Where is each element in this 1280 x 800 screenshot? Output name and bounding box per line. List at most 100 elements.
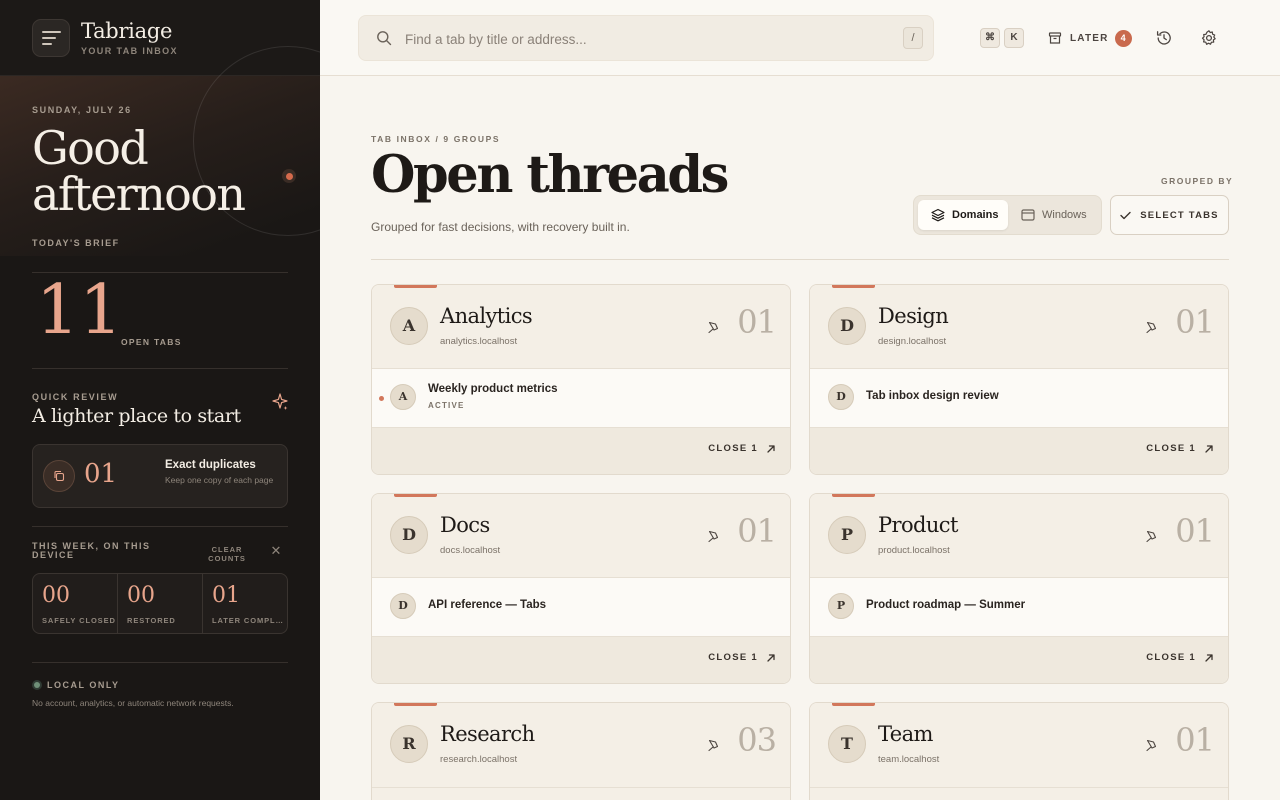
later-label: LATER: [1070, 32, 1109, 44]
close-group-label: CLOSE 1: [1146, 652, 1196, 663]
group-card-team: T Team team.localhost 01: [809, 702, 1229, 800]
divider: [810, 787, 1228, 788]
tab-row[interactable]: D Tab inbox design review: [810, 369, 1228, 427]
group-tab-count: 01: [737, 303, 777, 341]
group-header[interactable]: A Analytics analytics.localhost 01: [372, 285, 790, 369]
tab-title: API reference — Tabs: [428, 599, 547, 611]
group-header[interactable]: T Team team.localhost 01: [810, 703, 1228, 800]
gear-icon[interactable]: [1200, 29, 1218, 47]
stat-label: RESTORED: [127, 616, 176, 625]
group-header[interactable]: P Product product.localhost 01: [810, 494, 1228, 578]
pin-icon[interactable]: [706, 738, 720, 752]
arrow-up-right-icon: [767, 444, 775, 453]
domains-label: Domains: [952, 209, 999, 221]
brand: Tabriage YOUR TAB INBOX: [81, 20, 178, 56]
local-only-label: LOCAL ONLY: [47, 680, 120, 690]
group-domain: team.localhost: [878, 754, 940, 765]
close-group-button[interactable]: CLOSE 1: [708, 443, 776, 454]
select-tabs-button[interactable]: SELECT TABS: [1110, 195, 1229, 235]
quick-review-label: QUICK REVIEW: [32, 392, 119, 402]
close-group-button[interactable]: CLOSE 1: [708, 652, 776, 663]
arrow-up-right-icon: [1205, 444, 1213, 453]
group-header[interactable]: D Design design.localhost 01: [810, 285, 1228, 369]
tab-row[interactable]: D API reference — Tabs: [372, 578, 790, 636]
stat-label: LATER COMPLETED: [212, 616, 286, 625]
k-key[interactable]: K: [1004, 28, 1024, 48]
group-accent: [832, 494, 875, 497]
group-tab-count: 01: [737, 512, 777, 550]
privacy-note: No account, analytics, or automatic netw…: [32, 698, 234, 708]
close-icon[interactable]: ✕: [270, 544, 282, 558]
group-avatar: T: [828, 725, 866, 763]
group-header[interactable]: R Research research.localhost 03: [372, 703, 790, 800]
greeting-hero: SUNDAY, JULY 26 Good afternoon: [0, 46, 320, 256]
pin-icon[interactable]: [1144, 320, 1158, 334]
search-input[interactable]: [405, 28, 885, 50]
group-name: Product: [878, 513, 958, 537]
duplicates-title: Exact duplicates: [165, 459, 256, 471]
select-tabs-label: SELECT TABS: [1140, 209, 1219, 221]
divider: [372, 787, 790, 788]
group-domain: design.localhost: [878, 336, 947, 347]
group-by-domains-button[interactable]: Domains: [918, 200, 1008, 230]
tab-title: Weekly product metrics: [428, 383, 558, 395]
pin-icon[interactable]: [706, 529, 720, 543]
group-footer: CLOSE 1: [810, 427, 1228, 474]
close-group-button[interactable]: CLOSE 1: [1146, 443, 1214, 454]
group-avatar: A: [390, 307, 428, 345]
open-tabs-label: OPEN TABS: [121, 337, 182, 347]
history-icon[interactable]: [1155, 29, 1173, 47]
group-card-design: D Design design.localhost 01 D Tab inbox…: [809, 284, 1229, 475]
later-button[interactable]: LATER 4: [1048, 28, 1132, 48]
group-tab-count: 01: [1175, 721, 1215, 759]
group-header[interactable]: D Docs docs.localhost 01: [372, 494, 790, 578]
close-group-button[interactable]: CLOSE 1: [1146, 652, 1214, 663]
close-group-label: CLOSE 1: [1146, 443, 1196, 454]
windows-label: Windows: [1042, 209, 1087, 221]
group-name: Docs: [440, 513, 490, 537]
duplicates-count: 01: [84, 459, 118, 489]
pin-icon[interactable]: [706, 320, 720, 334]
group-accent: [832, 703, 875, 706]
arrow-up-right-icon: [767, 653, 775, 662]
group-card-analytics: A Analytics analytics.localhost 01 A Wee…: [371, 284, 791, 475]
search-bar[interactable]: /: [358, 15, 934, 61]
group-card-product: P Product product.localhost 01 P Product…: [809, 493, 1229, 684]
tab-row[interactable]: P Product roadmap — Summer: [810, 578, 1228, 636]
duplicates-card[interactable]: 01 Exact duplicates Keep one copy of eac…: [32, 444, 288, 508]
divider: [32, 662, 288, 663]
group-name: Design: [878, 304, 949, 328]
group-card-docs: D Docs docs.localhost 01 D API reference…: [371, 493, 791, 684]
group-name: Analytics: [440, 304, 533, 328]
open-tabs-count: 11: [36, 271, 123, 350]
menu-button[interactable]: [32, 18, 70, 57]
tab-title: Tab inbox design review: [866, 390, 999, 402]
tab-row[interactable]: A Weekly product metrics ACTIVE: [372, 369, 790, 427]
arrow-up-right-icon: [1205, 653, 1213, 662]
clear-counts-button[interactable]: CLEAR COUNTS: [205, 545, 249, 563]
local-status-dot-icon: [32, 680, 42, 690]
stat-later-completed: 01 LATER COMPLETED: [203, 574, 287, 633]
stat-safely-closed: 00 SAFELY CLOSED: [33, 574, 118, 633]
check-icon: [1120, 211, 1131, 219]
pin-icon[interactable]: [1144, 738, 1158, 752]
command-key[interactable]: ⌘: [980, 28, 1000, 48]
search-icon: [377, 31, 392, 46]
group-by-windows-button[interactable]: Windows: [1018, 200, 1102, 230]
group-name: Team: [878, 722, 933, 746]
close-group-label: CLOSE 1: [708, 443, 758, 454]
page-subtitle: Grouped for fast decisions, with recover…: [371, 220, 630, 234]
group-domain: product.localhost: [878, 545, 950, 556]
group-tab-count: 03: [737, 721, 777, 759]
pin-icon[interactable]: [1144, 529, 1158, 543]
later-count-badge: 4: [1114, 29, 1132, 47]
top-bar: / ⌘ K LATER 4: [320, 0, 1280, 76]
group-avatar: D: [390, 516, 428, 554]
stat-restored: 00 RESTORED: [118, 574, 203, 633]
stat-value: 01: [212, 583, 240, 608]
group-footer: CLOSE 1: [810, 636, 1228, 683]
archive-icon: [1048, 32, 1062, 44]
group-footer: CLOSE 1: [372, 636, 790, 683]
brand-name: Tabriage: [81, 18, 173, 43]
sparkle-icon: [272, 393, 288, 410]
